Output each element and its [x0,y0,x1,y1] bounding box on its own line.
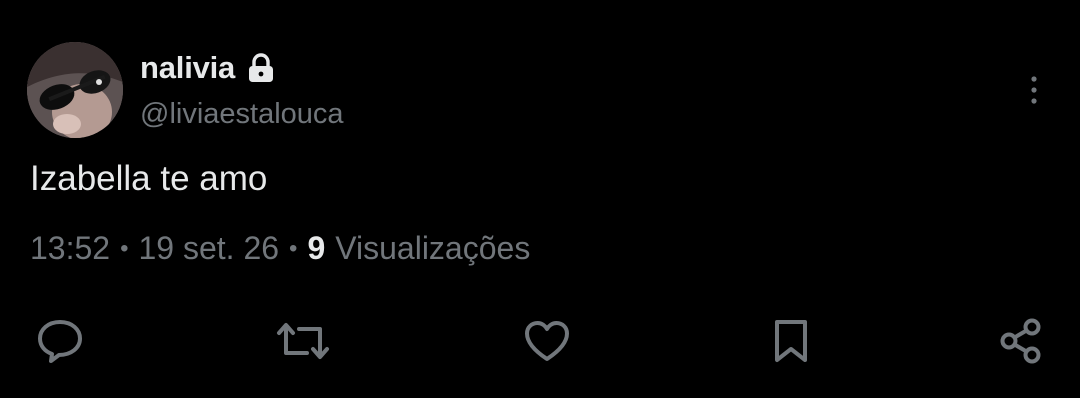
user-handle[interactable]: @liviaestalouca [140,98,344,131]
tweet-metadata: 13:52 • 19 set. 26 • 9 Visualizações [30,230,530,267]
retweet-icon [275,318,331,369]
retweet-button[interactable] [275,318,331,369]
tweet-time[interactable]: 13:52 [30,230,110,267]
views-count: 9 [307,230,326,266]
heart-icon [522,318,572,369]
lock-icon [247,53,275,83]
more-options-button[interactable] [1014,72,1054,112]
share-button[interactable] [996,318,1046,368]
tweet-date[interactable]: 19 set. 26 [138,230,279,267]
views-label: Visualizações [335,230,531,266]
display-name-row: nalivia [140,48,275,88]
avatar[interactable] [27,42,123,138]
more-vertical-icon [1029,75,1039,110]
share-icon [996,316,1046,371]
avatar-image [27,42,123,138]
reply-button[interactable] [35,318,85,368]
separator-dot: • [120,234,129,262]
separator-dot: • [289,234,298,262]
like-button[interactable] [522,318,572,368]
reply-icon [35,318,85,369]
bookmark-icon [769,318,813,369]
tweet-text: Izabella te amo [30,159,268,198]
bookmark-button[interactable] [766,318,816,368]
display-name[interactable]: nalivia [140,50,235,86]
